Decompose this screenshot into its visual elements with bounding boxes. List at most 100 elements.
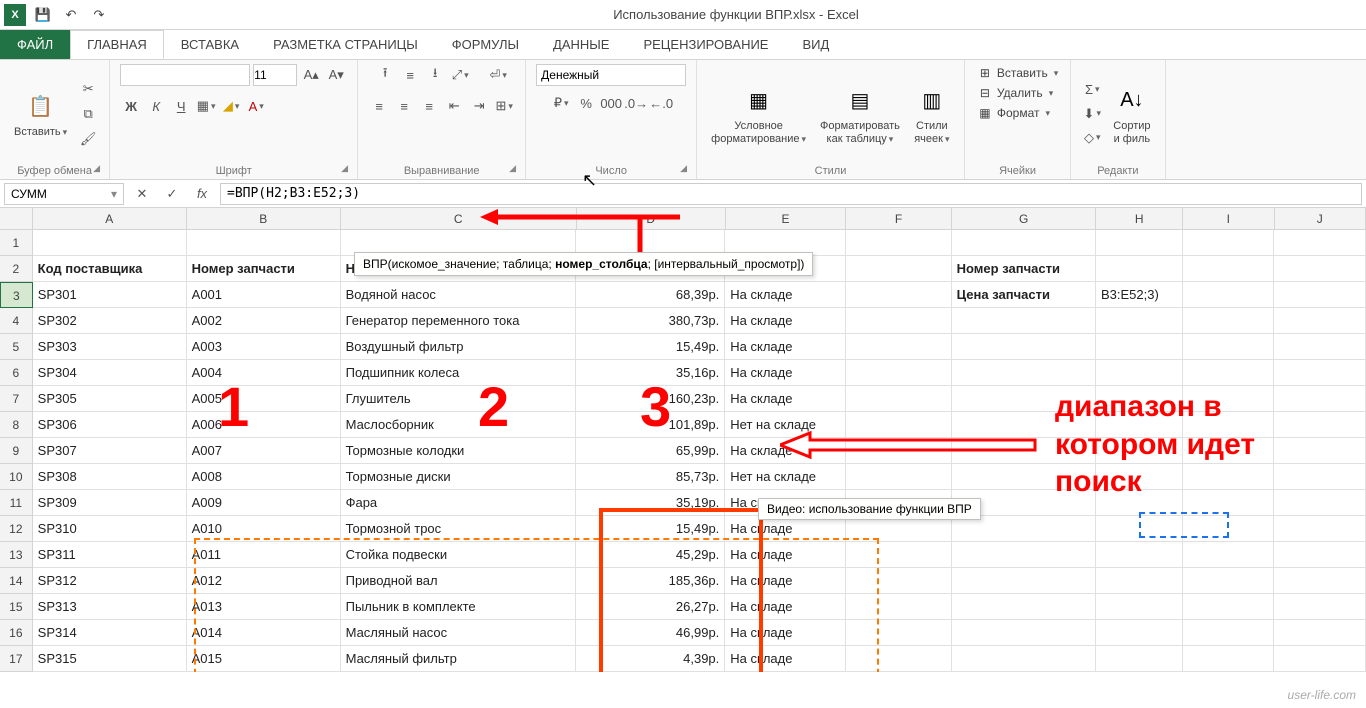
cell[interactable]: SP310 [33, 516, 187, 542]
cell[interactable] [1096, 646, 1183, 672]
table-row[interactable]: 7SP305A005Глушитель160,23р.На складе [0, 386, 1366, 412]
cell[interactable] [952, 412, 1096, 438]
cell[interactable] [846, 594, 952, 620]
table-row[interactable]: 6SP304A004Подшипник колеса35,16р.На скла… [0, 360, 1366, 386]
cell[interactable]: 35,19р. [576, 490, 725, 516]
table-row[interactable]: 14SP312A012Приводной вал185,36р.На склад… [0, 568, 1366, 594]
cell[interactable]: Приводной вал [341, 568, 577, 594]
cell[interactable] [952, 568, 1096, 594]
cell[interactable]: B3:E52;3) [1096, 282, 1183, 308]
cell[interactable]: A004 [187, 360, 341, 386]
cell[interactable]: 101,89р. [576, 412, 725, 438]
cell[interactable] [952, 464, 1096, 490]
cell[interactable]: A010 [187, 516, 341, 542]
cell[interactable] [1096, 464, 1183, 490]
cell[interactable] [1183, 282, 1275, 308]
cell[interactable]: Нет на складе [725, 412, 845, 438]
row-header[interactable]: 11 [0, 490, 33, 516]
cell[interactable] [1183, 516, 1275, 542]
table-row[interactable]: 8SP306A006Маслосборник101,89р.Нет на скл… [0, 412, 1366, 438]
cell[interactable]: Пыльник в комплекте [341, 594, 577, 620]
paste-button[interactable]: 📋 Вставить [10, 86, 71, 140]
thousands-icon[interactable]: 000 [600, 92, 622, 114]
cell[interactable] [1274, 542, 1366, 568]
cell[interactable]: A008 [187, 464, 341, 490]
cell[interactable] [33, 230, 187, 256]
cell[interactable] [1183, 490, 1275, 516]
cell[interactable]: Тормозной трос [341, 516, 577, 542]
table-row[interactable]: 12SP310A010Тормозной трос15,49р.На склад… [0, 516, 1366, 542]
tab-home[interactable]: ГЛАВНАЯ [70, 30, 164, 59]
cell[interactable] [1274, 412, 1366, 438]
cell[interactable]: На складе [725, 334, 845, 360]
cell[interactable] [1183, 620, 1275, 646]
cell[interactable]: SP309 [33, 490, 187, 516]
cell[interactable] [1274, 230, 1366, 256]
align-bottom-icon[interactable]: ⭳ [424, 64, 446, 86]
decrease-indent-icon[interactable]: ⇤ [443, 95, 465, 117]
cell[interactable]: A001 [187, 282, 341, 308]
wrap-text-icon[interactable]: ⏎ [487, 64, 509, 86]
cell[interactable] [1274, 282, 1366, 308]
insert-cells-button[interactable]: ⊞Вставить [975, 64, 1060, 82]
fx-icon[interactable]: fx [190, 183, 214, 205]
cell[interactable] [1183, 230, 1275, 256]
cell[interactable]: 160,23р. [576, 386, 725, 412]
col-header-i[interactable]: I [1183, 208, 1274, 229]
cell[interactable] [1096, 542, 1183, 568]
cell[interactable]: Тормозные колодки [341, 438, 577, 464]
cell[interactable] [1183, 594, 1275, 620]
cell[interactable]: 380,73р. [576, 308, 725, 334]
cell[interactable] [846, 542, 952, 568]
sort-filter-button[interactable]: A↓ Сортир и филь [1109, 80, 1154, 146]
align-top-icon[interactable]: ⭱ [374, 64, 396, 86]
align-center-icon[interactable]: ≡ [393, 95, 415, 117]
cell[interactable] [1274, 308, 1366, 334]
cell[interactable] [846, 620, 952, 646]
row-header[interactable]: 5 [0, 334, 33, 360]
row-header[interactable]: 13 [0, 542, 33, 568]
cell[interactable] [1096, 360, 1183, 386]
cell[interactable]: На складе [725, 542, 845, 568]
table-row[interactable]: 13SP311A011Стойка подвески45,29р.На скла… [0, 542, 1366, 568]
cell[interactable]: A014 [187, 620, 341, 646]
cell[interactable] [952, 386, 1096, 412]
cancel-formula-icon[interactable]: ✕ [130, 183, 154, 205]
cell[interactable] [846, 490, 952, 516]
cell[interactable]: На складе [725, 568, 845, 594]
tab-insert[interactable]: ВСТАВКА [164, 30, 256, 59]
cell[interactable] [952, 646, 1096, 672]
cell[interactable]: A015 [187, 646, 341, 672]
table-row[interactable]: 10SP308A008Тормозные диски85,73р.Нет на … [0, 464, 1366, 490]
cell[interactable] [1096, 490, 1183, 516]
cell[interactable]: Тормозные диски [341, 464, 577, 490]
conditional-formatting-button[interactable]: ▦ Условное форматирование [707, 80, 810, 146]
cell[interactable] [1274, 646, 1366, 672]
tab-file[interactable]: ФАЙЛ [0, 30, 70, 59]
clipboard-dialog-launcher-icon[interactable]: ◢ [93, 163, 107, 177]
cell[interactable] [1096, 568, 1183, 594]
alignment-dialog-launcher-icon[interactable]: ◢ [509, 163, 523, 177]
grid-body[interactable]: 12Код поставщикаНомер запчастиНаименован… [0, 230, 1366, 672]
formula-input[interactable]: =ВПР(H2;B3:E52;3) [220, 183, 1362, 205]
cell[interactable] [952, 620, 1096, 646]
cell[interactable]: 15,49р. [576, 334, 725, 360]
autosum-icon[interactable]: Σ [1081, 79, 1103, 101]
tab-data[interactable]: ДАННЫЕ [536, 30, 626, 59]
tab-formulas[interactable]: ФОРМУЛЫ [435, 30, 536, 59]
cell[interactable]: 45,29р. [576, 542, 725, 568]
cell[interactable]: A012 [187, 568, 341, 594]
cell[interactable]: На складе [725, 646, 845, 672]
copy-icon[interactable]: ⧉ [77, 103, 99, 125]
save-icon[interactable]: 💾 [32, 4, 54, 26]
cell[interactable] [846, 334, 952, 360]
cell[interactable] [1096, 308, 1183, 334]
number-dialog-launcher-icon[interactable]: ◢ [680, 163, 694, 177]
cell[interactable]: Масляный насос [341, 620, 577, 646]
cell[interactable]: A006 [187, 412, 341, 438]
row-header[interactable]: 15 [0, 594, 33, 620]
table-row[interactable]: 11SP309A009Фара35,19р.На складе [0, 490, 1366, 516]
cell[interactable]: SP304 [33, 360, 187, 386]
cell[interactable] [1183, 386, 1275, 412]
cell[interactable]: 35,16р. [576, 360, 725, 386]
